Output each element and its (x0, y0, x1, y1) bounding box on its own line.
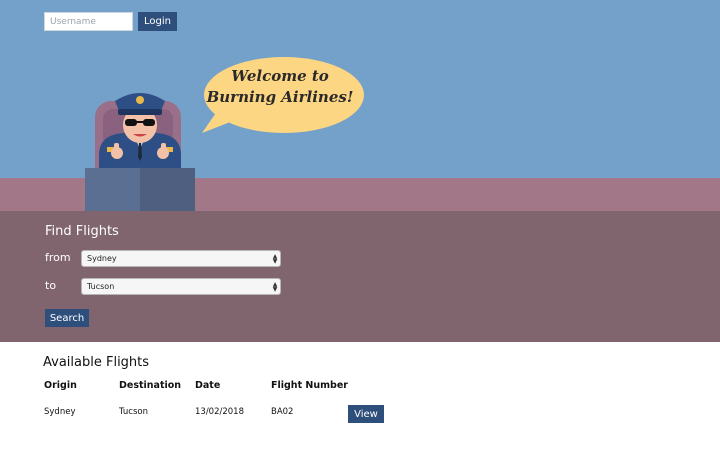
cell-destination: Tucson (119, 407, 148, 417)
cell-origin: Sydney (44, 407, 76, 417)
pilot-illustration (85, 93, 195, 211)
available-flights-title: Available Flights (43, 355, 150, 370)
select-arrows-icon: ▲ ▼ (272, 252, 278, 265)
username-input[interactable] (44, 12, 133, 31)
to-label: to (45, 279, 57, 292)
cell-flight-number: BA02 (271, 407, 294, 417)
view-flight-button[interactable]: View (348, 405, 384, 423)
to-select-value: Tucson (87, 282, 115, 291)
find-flights-title: Find Flights (45, 224, 119, 239)
cell-date: 13/02/2018 (195, 407, 244, 417)
column-header-origin: Origin (44, 380, 77, 391)
column-header-date: Date (195, 380, 221, 391)
from-select[interactable]: Sydney ▲ ▼ (81, 250, 281, 267)
login-button[interactable]: Login (138, 12, 177, 31)
column-header-flight-number: Flight Number (271, 380, 348, 391)
welcome-message: Welcome to Burning Airlines! (206, 66, 354, 108)
from-select-value: Sydney (87, 254, 117, 263)
select-arrows-icon: ▲ ▼ (272, 280, 278, 293)
from-label: from (45, 251, 71, 264)
welcome-line-1: Welcome to (231, 67, 329, 85)
to-select[interactable]: Tucson ▲ ▼ (81, 278, 281, 295)
column-header-destination: Destination (119, 380, 182, 391)
welcome-line-2: Burning Airlines! (206, 88, 354, 106)
search-button[interactable]: Search (45, 309, 89, 327)
